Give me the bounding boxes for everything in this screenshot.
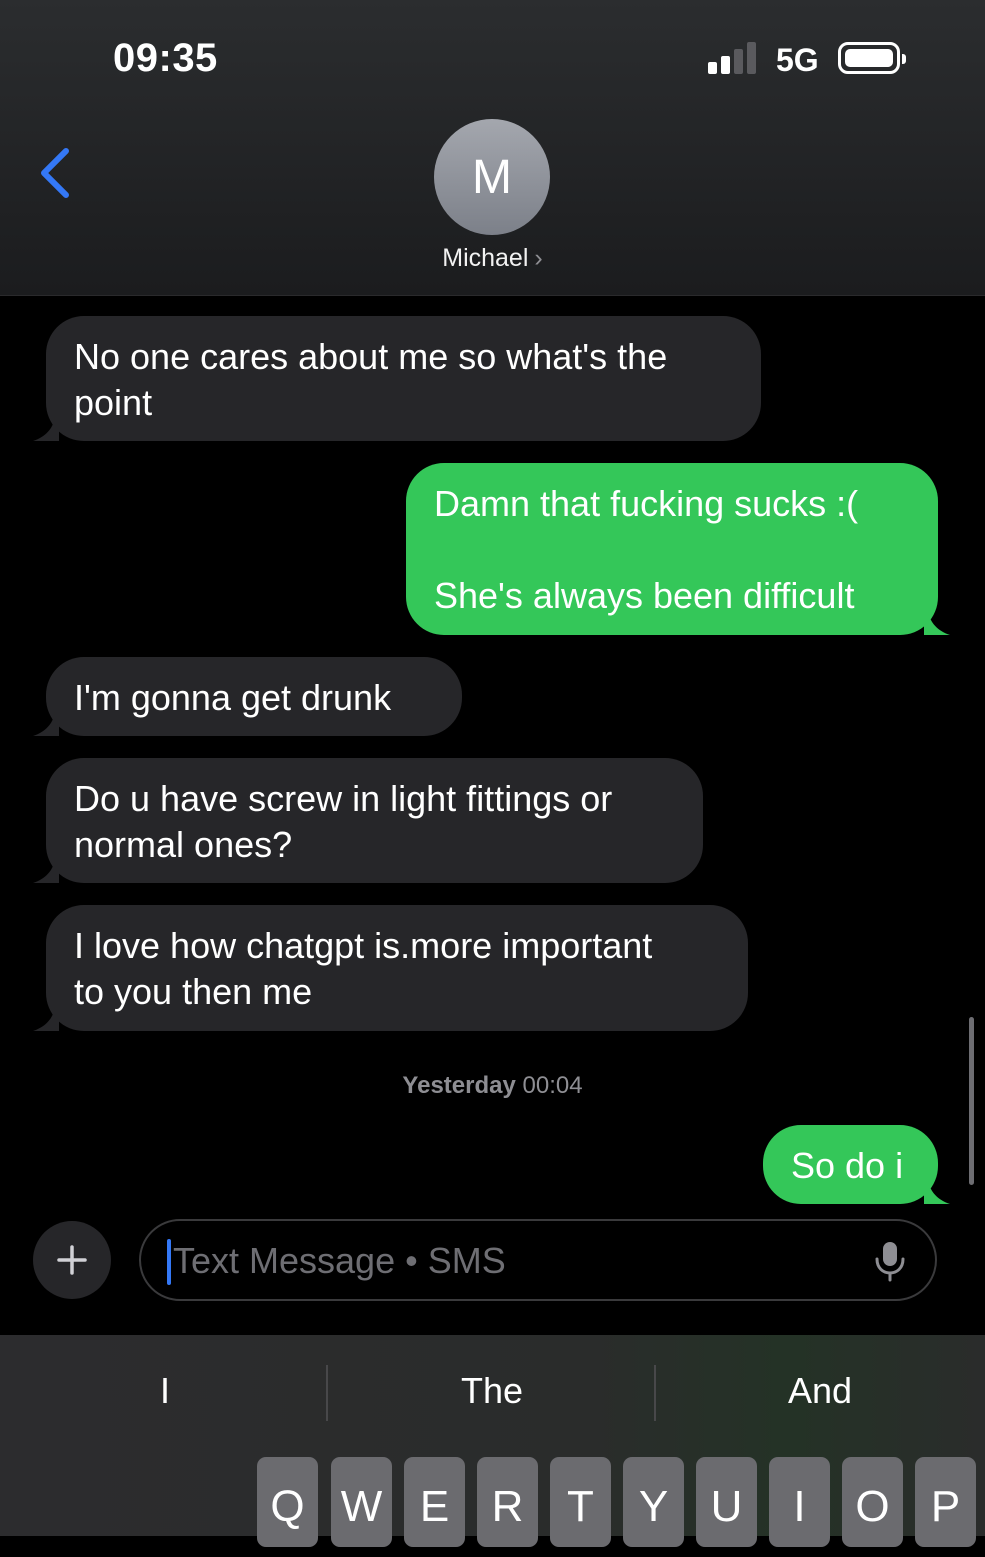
back-chevron-icon[interactable] [36,145,76,201]
suggestion-the[interactable]: The [392,1370,592,1412]
avatar[interactable]: M [434,119,550,235]
key-y[interactable]: Y [623,1457,684,1547]
suggestion-and[interactable]: And [720,1370,920,1412]
message-bubble-incoming[interactable]: I love how chatgpt is.more important to … [46,905,748,1031]
bubble-tail [924,1180,950,1204]
key-p[interactable]: P [915,1457,976,1547]
key-e[interactable]: E [404,1457,465,1547]
key-i[interactable]: I [769,1457,830,1547]
bubble-tail [33,712,59,736]
avatar-initial: M [472,150,512,204]
microphone-icon[interactable] [874,1240,906,1282]
bubble-tail [33,1007,59,1031]
message-bubble-outgoing[interactable]: So do i [763,1125,938,1204]
suggestion-divider [326,1365,328,1421]
contact-name: Michael [442,244,529,272]
scrollbar[interactable] [969,1017,974,1185]
message-bubble-incoming[interactable]: No one cares about me so what's the poin… [46,316,761,441]
suggestion-divider [654,1365,656,1421]
key-u[interactable]: U [696,1457,757,1547]
chevron-right-icon: › [534,244,543,272]
contact-name-button[interactable]: Michael › [0,244,985,273]
message-timestamp: Yesterday 00:04 [0,1072,985,1100]
text-cursor [167,1239,171,1285]
message-bubble-outgoing[interactable]: Damn that fucking sucks :( She's always … [406,463,938,635]
bubble-tail [33,859,59,883]
key-r[interactable]: R [477,1457,538,1547]
timestamp-day: Yesterday [402,1072,516,1099]
key-q[interactable]: Q [257,1457,318,1547]
message-input-placeholder: Text Message • SMS [173,1240,506,1281]
plus-icon [57,1245,87,1275]
message-input[interactable]: Text Message • SMS [139,1219,937,1301]
message-bubble-incoming[interactable]: I'm gonna get drunk [46,657,462,736]
battery-icon [838,42,906,74]
key-o[interactable]: O [842,1457,903,1547]
network-type: 5G [776,42,819,78]
bubble-tail [33,417,59,441]
timestamp-time: 00:04 [522,1072,583,1099]
add-attachment-button[interactable] [33,1221,111,1299]
cellular-signal-icon [708,42,760,74]
status-time: 09:35 [113,36,218,80]
key-t[interactable]: T [550,1457,611,1547]
bubble-tail [924,611,950,635]
key-w[interactable]: W [331,1457,392,1547]
suggestion-i[interactable]: I [65,1370,265,1412]
message-bubble-incoming[interactable]: Do u have screw in light fittings or nor… [46,758,703,883]
